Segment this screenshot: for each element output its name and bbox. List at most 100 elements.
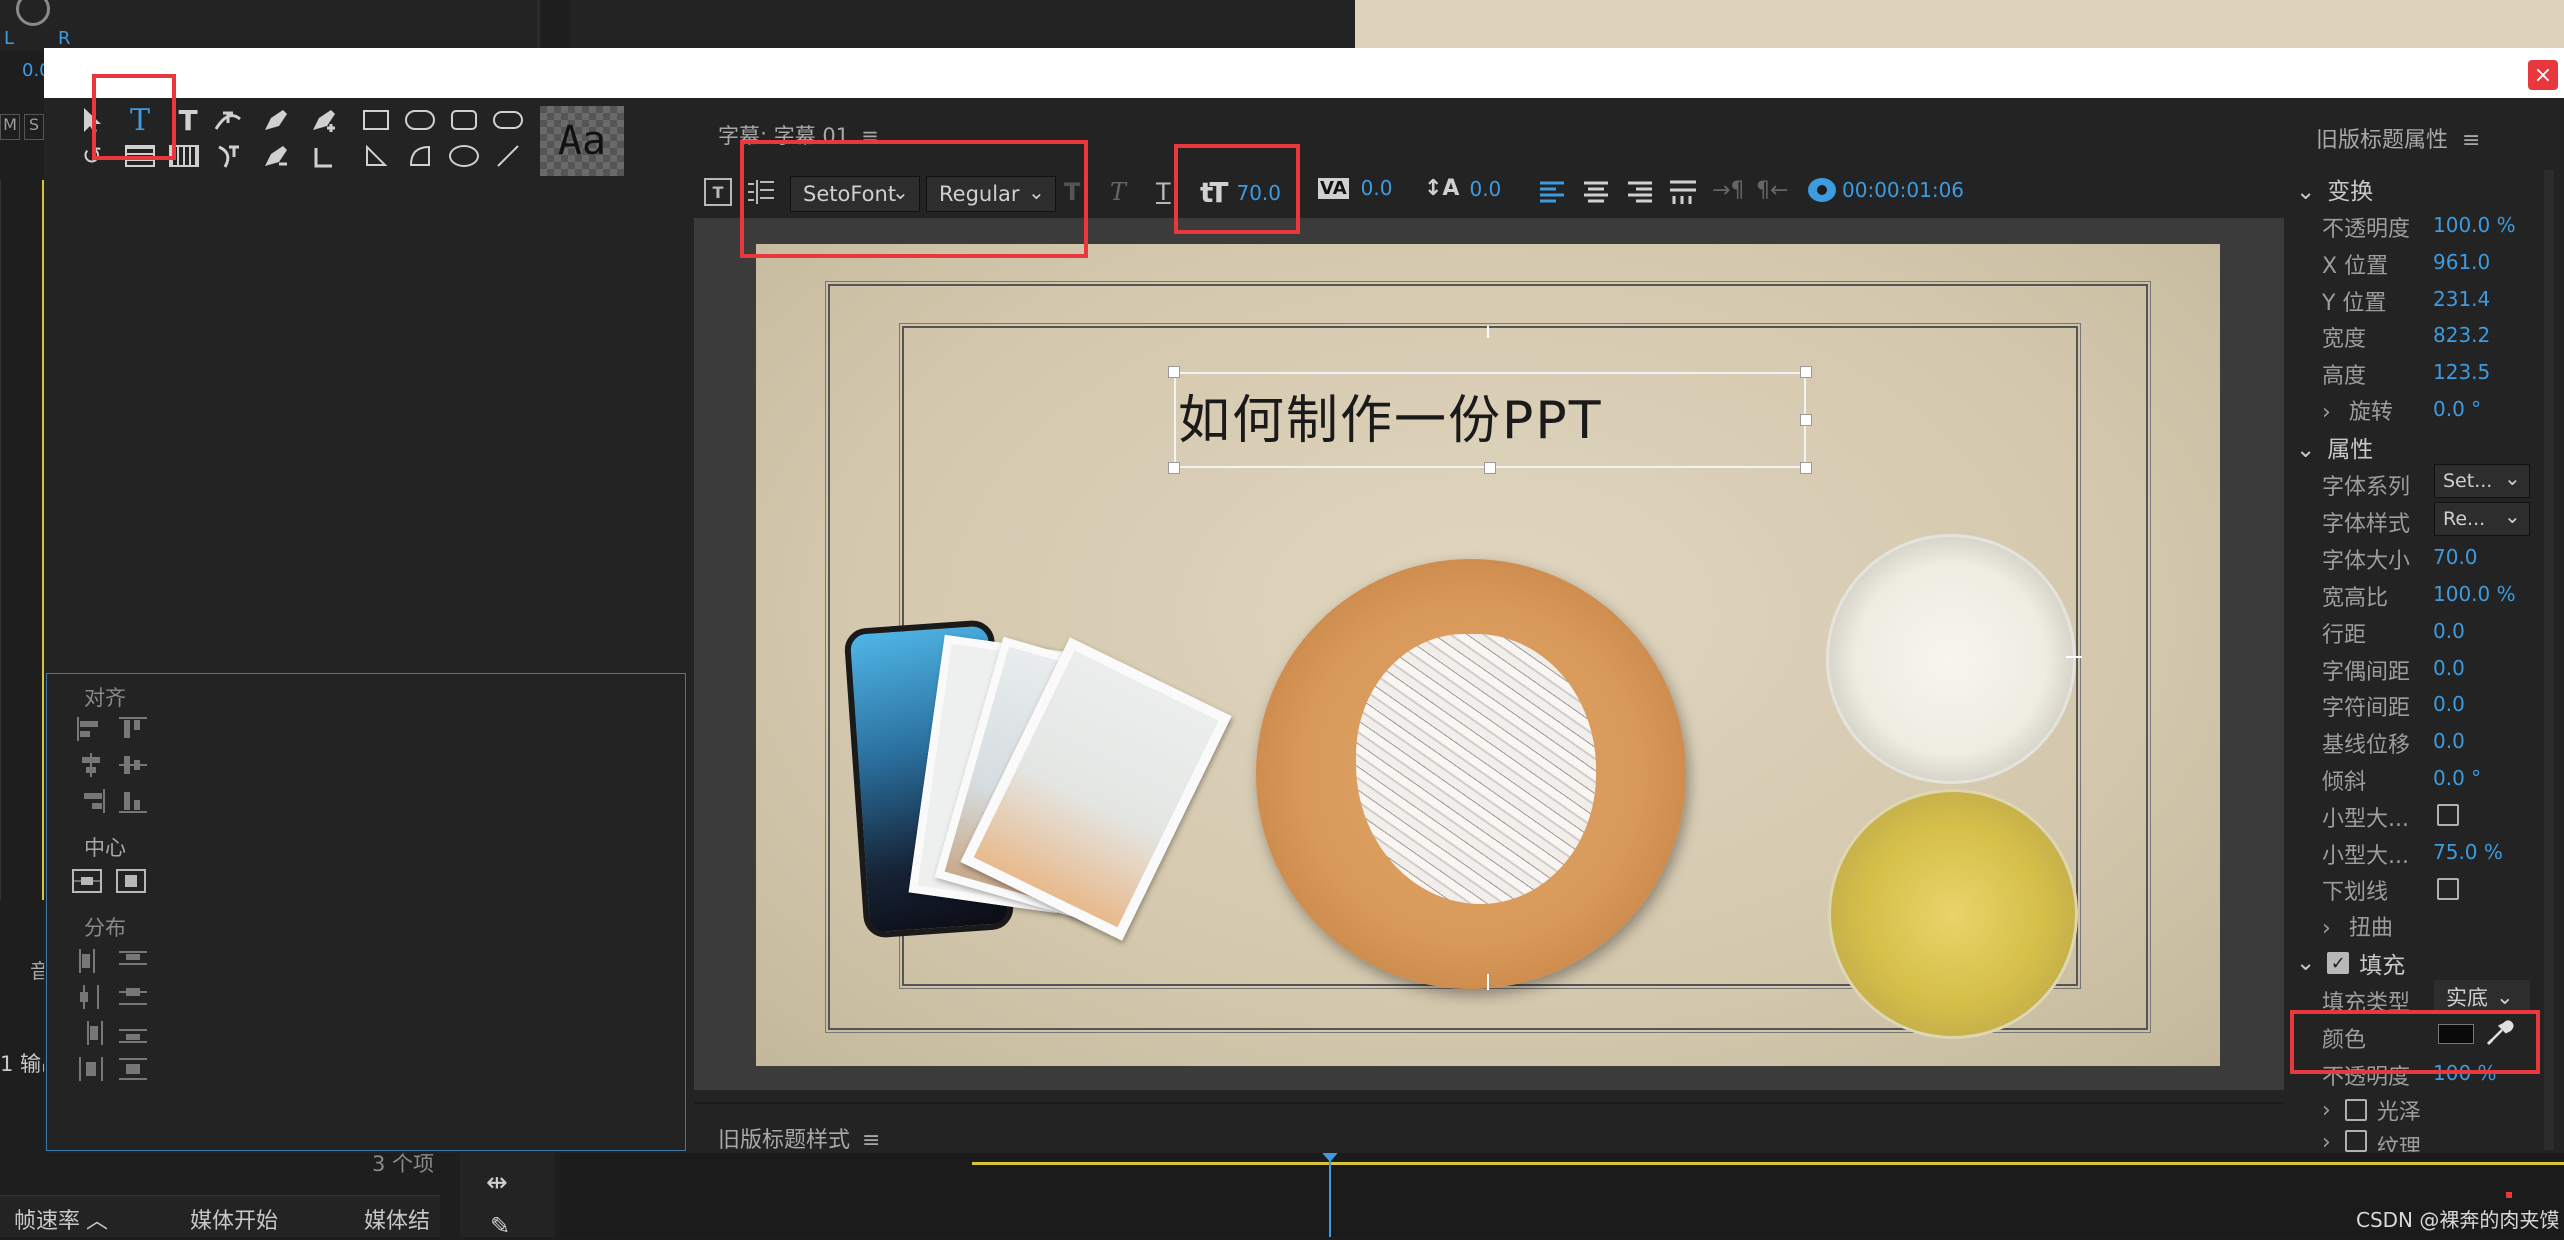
kerning-value[interactable]: 0.0 [1361,176,1393,200]
distort-row[interactable]: › 扭曲 [2322,910,2393,942]
texture-row[interactable]: › 纹理 [2322,1130,2421,1152]
properties-tab[interactable]: 旧版标题属性 ≡ [2316,122,2480,154]
vertical-type-tool[interactable]: T [170,104,206,137]
x-position-value[interactable]: 961.0 [2433,250,2490,274]
vertical-area-type-tool[interactable] [166,140,202,172]
properties-scrollbar[interactable] [2544,170,2554,1150]
align-vcenter-button[interactable] [118,752,148,778]
font-family-prop-dropdown-icon[interactable]: ⌄ [2504,466,2521,490]
underline-button[interactable]: T [1156,178,1171,206]
align-top-button[interactable] [118,716,148,742]
distribute-hcenter-button[interactable] [76,984,106,1010]
leading-value[interactable]: 0.0 [1469,177,1501,201]
path-type-tool[interactable] [210,104,246,136]
area-type-tool[interactable] [122,140,158,172]
rotation-tool[interactable]: ↺ [74,140,110,172]
styles-panel-tab[interactable]: 旧版标题样式 ≡ [718,1122,880,1154]
ellipse-tool[interactable] [446,140,482,172]
rotation-value[interactable]: 0.0 ° [2433,397,2481,421]
handle-tr[interactable] [1800,366,1812,378]
rounded-corner-tool[interactable] [490,104,526,136]
small-caps-size-value[interactable]: 75.0 % [2433,840,2503,864]
aspect-value[interactable]: 100.0 % [2433,582,2516,606]
bold-button[interactable]: T [1064,178,1080,206]
convert-anchor-tool[interactable] [306,140,342,172]
playhead[interactable] [1329,1150,1331,1237]
title-tab[interactable]: 字幕: 字幕 01 ≡ [718,120,879,150]
distribute-vcenter-button[interactable] [118,984,148,1010]
leading-prop-value[interactable]: 0.0 [2433,619,2465,643]
distribute-hspace-button[interactable] [76,1056,106,1082]
bg-m-button[interactable]: M [0,114,20,140]
timecode-value[interactable]: 00:00:01:06 [1842,178,1964,202]
delete-anchor-tool[interactable] [258,140,294,172]
slant-value[interactable]: 0.0 ° [2433,766,2481,790]
distribute-vspace-button[interactable] [118,1056,148,1082]
handle-bl[interactable] [1168,462,1180,474]
opacity-value[interactable]: 100.0 % [2433,213,2516,237]
center-vertical-button[interactable] [116,868,146,894]
tab-stops-alt-button[interactable] [1668,178,1698,206]
caption-text[interactable]: 如何制作一份PPT [1178,378,1602,453]
align-text-right-button[interactable] [1626,180,1654,206]
properties-menu[interactable]: ≡ [2462,128,2480,153]
type-tool[interactable]: T [122,103,158,138]
handle-tl[interactable] [1168,366,1180,378]
align-text-left-button[interactable] [1538,180,1566,206]
distribute-bottom-button[interactable] [118,1020,148,1046]
kerning-prop-value[interactable]: 0.0 [2433,656,2465,680]
distribute-right-button[interactable] [76,1020,106,1046]
font-size-prop-value[interactable]: 70.0 [2433,545,2478,569]
pen-tool[interactable] [258,104,294,136]
tracking-value[interactable]: 0.0 [2433,692,2465,716]
width-value[interactable]: 823.2 [2433,323,2490,347]
baseline-value[interactable]: 0.0 [2433,729,2465,753]
fill-section[interactable]: ⌄ ✓ 填充 [2296,946,2405,980]
roll-crawl-button[interactable]: T [704,178,732,206]
font-preview-swatch[interactable]: Aa [540,106,624,176]
timecode-control[interactable]: 00:00:01:06 [1808,178,1964,202]
pen-tool-icon[interactable]: ✎ [490,1212,510,1240]
italic-button[interactable]: T [1110,178,1126,206]
distribute-top-button[interactable] [118,948,148,974]
caption-text-box[interactable]: 如何制作一份PPT [1174,372,1806,468]
add-anchor-tool[interactable] [306,104,342,136]
bg-s-button[interactable]: S [24,114,44,140]
align-bottom-button[interactable] [118,788,148,814]
close-button[interactable]: × [2528,60,2558,90]
y-position-value[interactable]: 231.4 [2433,287,2490,311]
font-size-control[interactable]: tT 70.0 [1200,176,1281,209]
rectangle-tool[interactable] [358,104,394,136]
leading-control[interactable]: ↕A 0.0 [1424,176,1501,201]
distribute-left-button[interactable] [76,948,106,974]
ripple-tool-icon[interactable]: ⇹ [486,1168,508,1198]
fill-opacity-value[interactable]: 100 % [2433,1061,2497,1085]
align-right-button[interactable] [76,788,106,814]
align-left-button[interactable] [76,716,106,742]
bg-col-start[interactable]: 媒体开始 [190,1203,278,1235]
styles-panel-menu[interactable]: ≡ [862,1128,880,1153]
color-swatch[interactable] [2438,1024,2474,1044]
fill-checkbox[interactable]: ✓ [2327,952,2350,974]
eyedropper-icon[interactable] [2484,1018,2514,1048]
title-tab-menu[interactable]: ≡ [861,124,879,148]
tab-stops-button[interactable] [746,178,776,206]
arc-tool[interactable] [402,140,438,172]
bg-col-rate[interactable]: 帧速率 ︿ [14,1203,108,1235]
transform-section[interactable]: ⌄ 变换 [2296,172,2373,206]
clipped-rect-tool[interactable] [446,104,482,136]
font-family-dropdown-icon[interactable]: ⌄ [892,180,909,204]
rotation-row[interactable]: › 旋转 [2322,394,2393,426]
attributes-section[interactable]: ⌄ 属性 [2296,430,2373,464]
handle-bm[interactable] [1484,462,1496,474]
line-tool[interactable] [490,140,526,172]
paragraph-left-button[interactable]: →¶ [1712,178,1744,203]
align-hcenter-button[interactable] [76,752,106,778]
handle-br[interactable] [1800,462,1812,474]
selection-tool[interactable] [74,104,110,136]
rounded-rect-tool[interactable] [402,104,438,136]
sheen-checkbox[interactable] [2344,1099,2367,1121]
font-style-prop-dropdown-icon[interactable]: ⌄ [2504,504,2521,528]
font-style-dropdown-icon[interactable]: ⌄ [1028,180,1045,204]
preview-canvas[interactable]: 如何制作一份PPT [756,244,2220,1066]
